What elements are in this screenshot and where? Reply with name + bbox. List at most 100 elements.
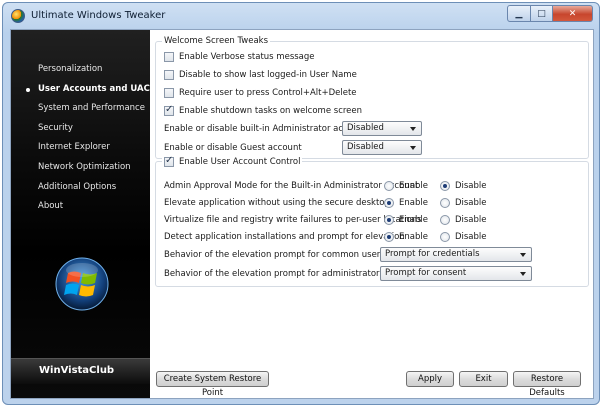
detect-install-label: Detect application installations and pro… <box>164 232 405 242</box>
chevron-down-icon <box>410 146 416 150</box>
checkbox-label: Require user to press Control+Alt+Delete <box>179 88 357 98</box>
app-icon <box>11 9 25 23</box>
common-users-prompt-dropdown[interactable]: Prompt for credentials <box>380 247 532 262</box>
sidebar-item-label: Personalization <box>38 64 103 74</box>
radio-button[interactable] <box>439 215 450 225</box>
shutdown-tasks-checkbox[interactable]: Enable shutdown tasks on welcome screen <box>164 104 362 117</box>
checkbox-label: Enable User Account Control <box>179 157 301 167</box>
admins-prompt-label: Behavior of the elevation prompt for adm… <box>164 269 384 279</box>
radio-button[interactable] <box>384 198 394 208</box>
radio-enable[interactable]: Enable <box>384 232 428 242</box>
brand-label: WinVistaClub <box>39 365 115 376</box>
checkbox-box[interactable] <box>164 70 174 80</box>
dropdown-value: Disabled <box>347 142 384 152</box>
admins-prompt-dropdown[interactable]: Prompt for consent <box>380 266 532 281</box>
minimize-button[interactable]: ▁ <box>507 5 531 22</box>
radio-disable[interactable]: Disable <box>439 215 487 225</box>
radio-button[interactable] <box>439 232 450 242</box>
radio-enable[interactable]: Enable <box>384 198 428 208</box>
detect-install-radio-group: Enable Disable <box>384 231 498 243</box>
chevron-down-icon <box>410 127 416 131</box>
secure-desktop-label: Elevate application without using the se… <box>164 198 390 208</box>
radio-label: Disable <box>454 215 487 225</box>
checkbox-box[interactable] <box>164 88 174 98</box>
radio-enable[interactable]: Enable <box>384 181 428 191</box>
radio-disable[interactable]: Disable <box>439 198 487 208</box>
ctrl-alt-del-checkbox[interactable]: Require user to press Control+Alt+Delete <box>164 87 357 99</box>
exit-button[interactable]: Exit <box>459 371 508 387</box>
sidebar-item-about[interactable]: About <box>11 197 150 217</box>
hide-last-user-checkbox[interactable]: Disable to show last logged-in User Name <box>164 69 357 81</box>
window-title: Ultimate Windows Tweaker <box>31 10 166 21</box>
sidebar-item-security[interactable]: Security <box>11 119 150 139</box>
radio-button[interactable] <box>439 198 450 208</box>
verbose-status-checkbox[interactable]: Enable Verbose status message <box>164 51 315 63</box>
sidebar-item-user-accounts[interactable]: User Accounts and UAC <box>11 80 150 100</box>
windows-logo-icon <box>55 257 109 311</box>
radio-enable[interactable]: Enable <box>384 215 428 225</box>
client-area: Personalization User Accounts and UAC Sy… <box>10 29 594 399</box>
sidebar-item-network-optimization[interactable]: Network Optimization <box>11 158 150 178</box>
dropdown-value: Prompt for consent <box>385 268 467 278</box>
sidebar-item-label: Additional Options <box>38 181 117 192</box>
radio-button[interactable] <box>384 215 394 225</box>
apply-button[interactable]: Apply <box>406 371 454 387</box>
uac-group: Enable User Account Control Admin Approv… <box>155 155 589 287</box>
sidebar-item-label: User Accounts and UAC <box>38 83 150 94</box>
maximize-icon: □ <box>537 8 546 19</box>
checkbox-box[interactable] <box>164 155 174 167</box>
admin-account-label: Enable or disable built-in Administrator… <box>164 124 367 134</box>
radio-label: Enable <box>399 215 428 225</box>
radio-label: Disable <box>454 198 487 208</box>
radio-label: Enable <box>399 181 428 191</box>
title-bar[interactable]: Ultimate Windows Tweaker ▁ □ ✕ <box>3 3 599 29</box>
radio-label: Disable <box>454 232 487 242</box>
chevron-down-icon <box>520 272 526 276</box>
checkbox-label: Disable to show last logged-in User Name <box>179 70 357 80</box>
sidebar-item-label: System and Performance <box>38 103 145 114</box>
sidebar-item-label: About <box>38 201 64 212</box>
radio-label: Disable <box>454 181 487 191</box>
app-window: Ultimate Windows Tweaker ▁ □ ✕ Personali… <box>2 2 600 405</box>
sidebar-item-label: Network Optimization <box>38 161 131 172</box>
dropdown-value: Prompt for credentials <box>385 249 480 259</box>
admin-account-dropdown[interactable]: Disabled <box>342 121 422 136</box>
welcome-screen-group: Welcome Screen Tweaks Enable Verbose sta… <box>155 36 589 159</box>
radio-button[interactable] <box>384 181 394 191</box>
sidebar-item-additional-options[interactable]: Additional Options <box>11 178 150 198</box>
close-button[interactable]: ✕ <box>553 5 593 22</box>
create-restore-point-button[interactable]: Create System Restore Point <box>156 371 269 398</box>
radio-button[interactable] <box>439 181 450 191</box>
caption-buttons: ▁ □ ✕ <box>507 5 593 22</box>
sidebar-item-internet-explorer[interactable]: Internet Explorer <box>11 138 150 158</box>
sidebar-item-label: Security <box>38 122 73 133</box>
minimize-icon: ▁ <box>515 8 523 19</box>
brand-bar: WinVistaClub <box>11 358 150 384</box>
sidebar-item-label: Internet Explorer <box>38 142 110 153</box>
sidebar-item-personalization[interactable]: Personalization <box>11 60 150 80</box>
enable-uac-checkbox[interactable]: Enable User Account Control <box>162 155 303 168</box>
admin-approval-radio-group: Enable Disable <box>384 180 498 192</box>
guest-account-dropdown[interactable]: Disabled <box>342 140 422 155</box>
dropdown-value: Disabled <box>347 123 384 133</box>
virtualize-radio-group: Enable Disable <box>384 214 498 226</box>
sidebar-nav: Personalization User Accounts and UAC Sy… <box>11 60 150 217</box>
radio-button[interactable] <box>384 232 394 242</box>
radio-label: Enable <box>399 232 428 242</box>
radio-label: Enable <box>399 198 428 208</box>
checkbox-box[interactable] <box>164 104 174 116</box>
radio-disable[interactable]: Disable <box>439 232 487 242</box>
radio-disable[interactable]: Disable <box>439 181 487 191</box>
maximize-button[interactable]: □ <box>531 5 553 22</box>
secure-desktop-radio-group: Enable Disable <box>384 197 498 209</box>
welcome-group-title: Welcome Screen Tweaks <box>162 36 271 46</box>
common-users-prompt-label: Behavior of the elevation prompt for com… <box>164 250 385 260</box>
guest-account-label: Enable or disable Guest account <box>164 143 302 153</box>
restore-defaults-button[interactable]: Restore Defaults <box>513 371 581 398</box>
close-icon: ✕ <box>568 8 577 19</box>
sidebar-item-system-performance[interactable]: System and Performance <box>11 99 150 119</box>
sidebar: Personalization User Accounts and UAC Sy… <box>11 30 150 398</box>
checkbox-box[interactable] <box>164 52 174 62</box>
virtualize-label: Virtualize file and registry write failu… <box>164 215 422 225</box>
active-bullet-icon <box>26 87 30 92</box>
